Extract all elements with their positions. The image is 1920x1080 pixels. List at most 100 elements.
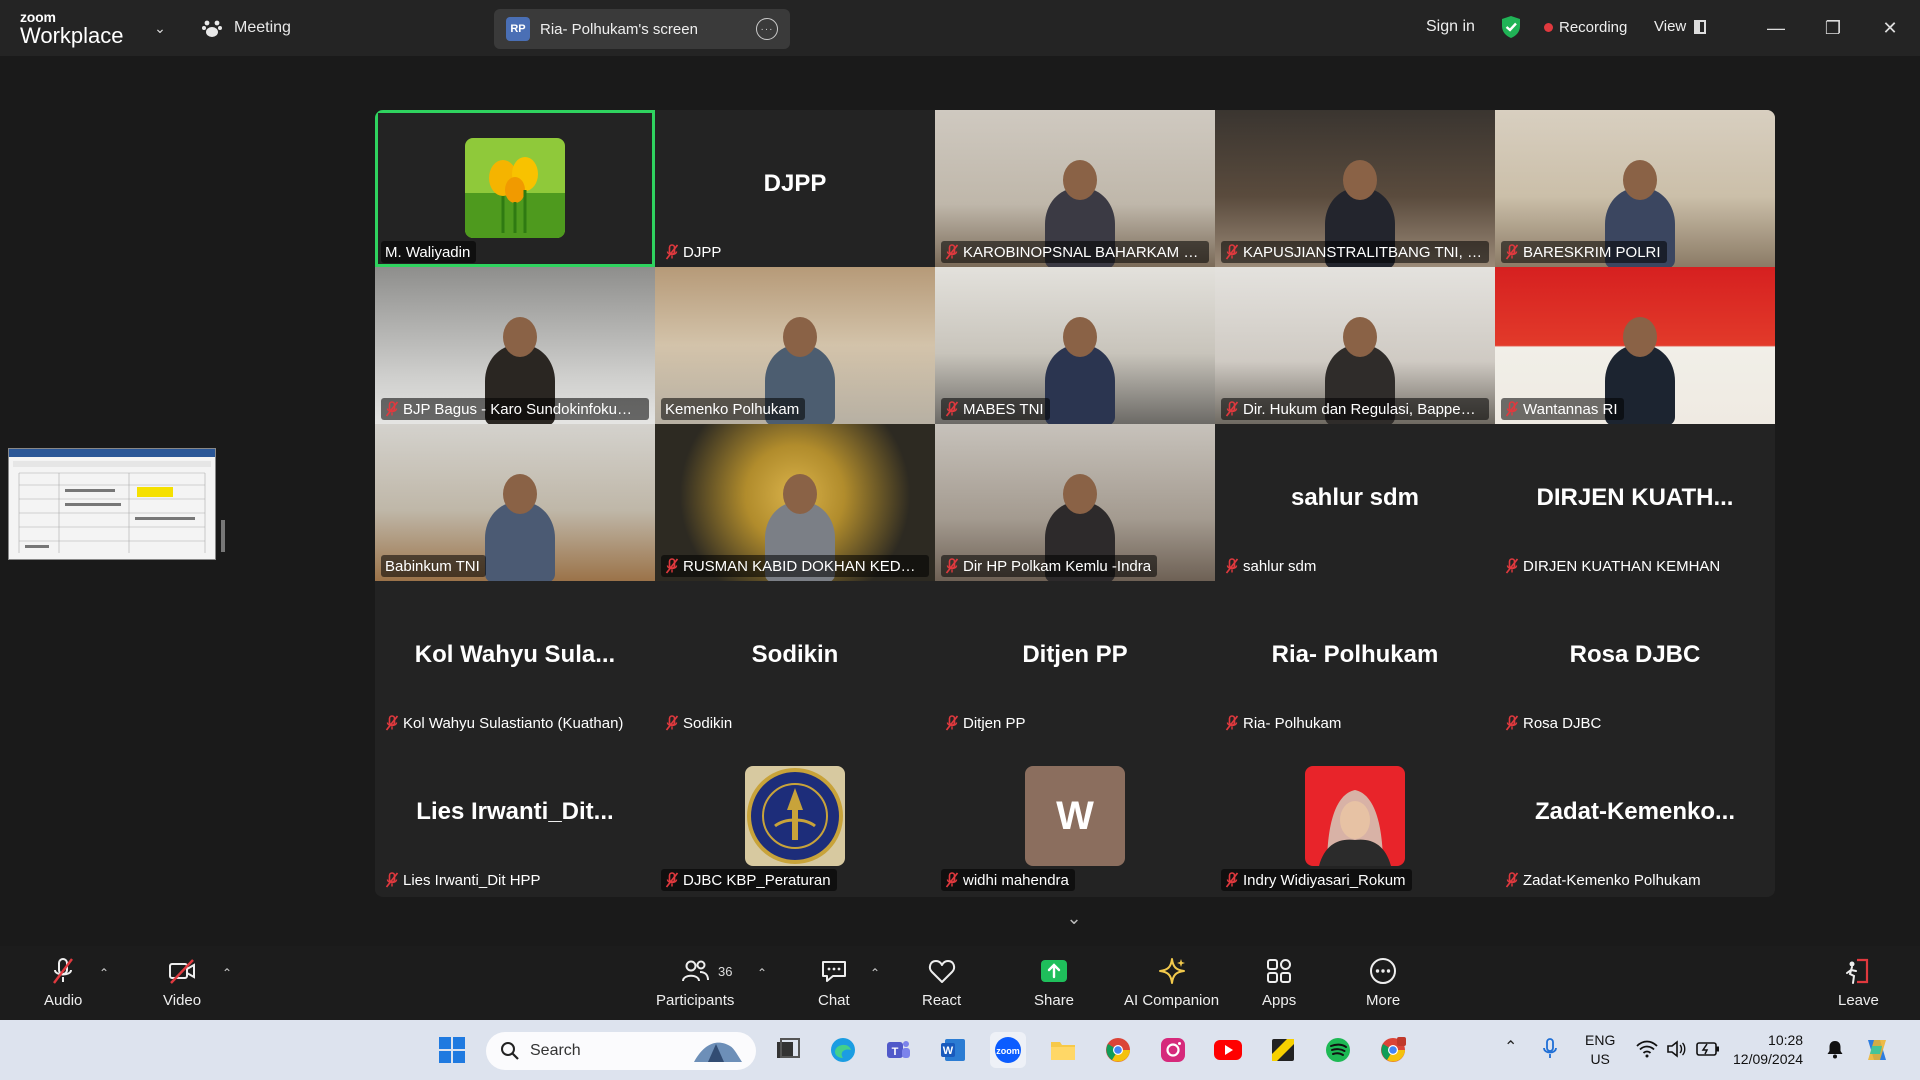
participant-tile[interactable]: RUSMAN KABID DOKHAN KEDEP... bbox=[655, 424, 935, 581]
more-options-icon[interactable]: ··· bbox=[756, 18, 778, 40]
instagram-icon[interactable] bbox=[1155, 1032, 1191, 1068]
audio-options-caret-icon[interactable]: ⌃ bbox=[99, 966, 109, 980]
chevron-down-icon[interactable]: ⌄ bbox=[150, 18, 170, 38]
participant-display-name: Lies Irwanti_Dit... bbox=[416, 798, 614, 825]
mic-muted-icon bbox=[945, 244, 959, 260]
participant-head bbox=[1623, 160, 1657, 200]
participant-display-name: Kol Wahyu Sula... bbox=[414, 641, 616, 668]
youtube-icon[interactable] bbox=[1210, 1032, 1246, 1068]
leave-button[interactable]: Leave bbox=[1838, 954, 1879, 1009]
volume-icon[interactable] bbox=[1666, 1040, 1686, 1058]
participant-name: KAPUSJIANSTRALITBANG TNI, Ma... bbox=[1243, 243, 1483, 261]
microphone-in-use-icon[interactable] bbox=[1542, 1038, 1558, 1060]
participant-tile[interactable]: Lies Irwanti_Dit... Lies Irwanti_Dit HPP bbox=[375, 738, 655, 895]
participant-tile[interactable]: DJPP DJPP bbox=[655, 110, 935, 267]
minimize-icon[interactable]: — bbox=[1762, 14, 1790, 42]
participant-tile[interactable]: Dir HP Polkam Kemlu -Indra bbox=[935, 424, 1215, 581]
zoom-workplace-logo[interactable]: zoom Workplace bbox=[20, 10, 124, 47]
word-icon[interactable]: W bbox=[935, 1032, 971, 1068]
participant-tile[interactable]: Wwidhi mahendra bbox=[935, 738, 1215, 895]
participant-tile[interactable]: Rosa DJBC Rosa DJBC bbox=[1495, 581, 1775, 738]
mic-muted-icon bbox=[665, 558, 679, 574]
participant-tile[interactable]: Kol Wahyu Sula... Kol Wahyu Sulastianto (… bbox=[375, 581, 655, 738]
participant-tile[interactable]: sahlur sdm sahlur sdm bbox=[1215, 424, 1495, 581]
zoom-app-icon[interactable]: zoom bbox=[990, 1032, 1026, 1068]
restore-icon[interactable]: ❐ bbox=[1819, 14, 1847, 42]
chat-options-caret-icon[interactable]: ⌃ bbox=[870, 966, 880, 980]
sticky-notes-icon[interactable] bbox=[1265, 1032, 1301, 1068]
participant-tile[interactable]: KAROBINOPSNAL BAHARKAM PO... bbox=[935, 110, 1215, 267]
participant-tile[interactable]: Dir. Hukum dan Regulasi, Bappena... bbox=[1215, 267, 1495, 424]
participant-name-label: Ria- Polhukam bbox=[1221, 712, 1347, 734]
close-icon[interactable]: ✕ bbox=[1876, 14, 1904, 42]
participant-name-label: Babinkum TNI bbox=[381, 555, 486, 577]
chat-button[interactable]: Chat bbox=[818, 954, 850, 1009]
share-button[interactable]: Share bbox=[1034, 954, 1074, 1009]
participant-tile[interactable]: Babinkum TNI bbox=[375, 424, 655, 581]
video-options-caret-icon[interactable]: ⌃ bbox=[222, 966, 232, 980]
thumbnail-resize-handle[interactable] bbox=[221, 520, 225, 552]
system-clock[interactable]: 10:28 12/09/2024 bbox=[1733, 1031, 1803, 1069]
view-button[interactable]: View bbox=[1654, 18, 1707, 35]
ai-companion-button[interactable]: AI Companion bbox=[1124, 954, 1219, 1009]
copilot-icon[interactable] bbox=[1862, 1036, 1892, 1064]
share-label: Share bbox=[1034, 992, 1075, 1009]
participant-tile[interactable]: Ditjen PP Ditjen PP bbox=[935, 581, 1215, 738]
participant-tile[interactable]: Zadat-Kemenko... Zadat-Kemenko Polhukam bbox=[1495, 738, 1775, 895]
participant-name: Dir HP Polkam Kemlu -Indra bbox=[963, 557, 1152, 575]
edge-browser-icon[interactable] bbox=[825, 1032, 861, 1068]
participant-tile[interactable]: DIRJEN KUATH... DIRJEN KUATHAN KEMHAN bbox=[1495, 424, 1775, 581]
participant-tile[interactable]: DJBC KBP_Peraturan bbox=[655, 738, 935, 895]
notification-bell-icon[interactable] bbox=[1826, 1039, 1844, 1059]
audio-button[interactable]: Audio bbox=[44, 954, 82, 1009]
gallery-next-page-icon[interactable]: ⌄ bbox=[1060, 906, 1088, 930]
apps-button[interactable]: Apps bbox=[1262, 954, 1296, 1009]
chrome-icon[interactable] bbox=[1100, 1032, 1136, 1068]
video-button[interactable]: Video bbox=[163, 954, 201, 1009]
participant-name-label: sahlur sdm bbox=[1221, 555, 1322, 577]
heart-icon bbox=[928, 960, 955, 983]
participant-name: Wantannas RI bbox=[1523, 400, 1618, 418]
recording-indicator[interactable]: Recording bbox=[1544, 19, 1627, 36]
participant-name: DJPP bbox=[683, 243, 722, 261]
leave-label: Leave bbox=[1838, 992, 1879, 1009]
participant-tile[interactable]: Sodikin Sodikin bbox=[655, 581, 935, 738]
battery-charging-icon[interactable] bbox=[1696, 1041, 1720, 1057]
participant-tile[interactable]: M. Waliyadin bbox=[375, 110, 655, 267]
participants-button[interactable]: Participants bbox=[656, 954, 734, 1009]
more-button[interactable]: More bbox=[1366, 954, 1400, 1009]
participants-options-caret-icon[interactable]: ⌃ bbox=[757, 966, 767, 980]
participant-tile[interactable]: Wantannas RI bbox=[1495, 267, 1775, 424]
taskbar-search[interactable]: Search bbox=[486, 1032, 756, 1070]
participant-tile[interactable]: BARESKRIM POLRI bbox=[1495, 110, 1775, 267]
sign-in-button[interactable]: Sign in bbox=[1426, 18, 1475, 36]
encryption-shield-icon[interactable] bbox=[1500, 15, 1522, 39]
show-hidden-icons-chevron-icon[interactable]: ⌃ bbox=[1504, 1037, 1517, 1057]
wifi-icon[interactable] bbox=[1636, 1040, 1658, 1058]
participant-name-label: Lies Irwanti_Dit HPP bbox=[381, 869, 547, 891]
apps-label: Apps bbox=[1262, 992, 1297, 1009]
input-language-indicator[interactable]: ENG US bbox=[1585, 1031, 1615, 1069]
teams-icon[interactable]: T bbox=[880, 1032, 916, 1068]
participant-name: Zadat-Kemenko Polhukam bbox=[1523, 871, 1701, 889]
file-explorer-icon[interactable] bbox=[1045, 1032, 1081, 1068]
participant-tile[interactable]: Ria- Polhukam Ria- Polhukam bbox=[1215, 581, 1495, 738]
participant-tile[interactable]: KAPUSJIANSTRALITBANG TNI, Ma... bbox=[1215, 110, 1495, 267]
mic-muted-icon bbox=[1225, 401, 1239, 417]
participant-tile[interactable]: Indry Widiyasari_Rokum bbox=[1215, 738, 1495, 895]
react-button[interactable]: React bbox=[922, 954, 961, 1009]
participant-tile[interactable]: BJP Bagus - Karo Sundokinfokum ... bbox=[375, 267, 655, 424]
screen-share-indicator[interactable]: RP Ria- Polhukam's screen ··· bbox=[494, 9, 790, 49]
participant-tile[interactable]: Kemenko Polhukam bbox=[655, 267, 935, 424]
shared-screen-thumbnail[interactable] bbox=[8, 448, 216, 560]
chrome-profile-icon[interactable] bbox=[1375, 1032, 1411, 1068]
participant-tile[interactable]: MABES TNI bbox=[935, 267, 1215, 424]
windows-start-icon[interactable] bbox=[434, 1032, 470, 1068]
search-placeholder: Search bbox=[530, 1042, 581, 1059]
lang-top: ENG bbox=[1585, 1032, 1616, 1048]
participant-head bbox=[1343, 317, 1377, 357]
task-view-icon[interactable] bbox=[770, 1032, 806, 1068]
meeting-info-button[interactable]: Meeting bbox=[200, 14, 291, 42]
spotify-icon[interactable] bbox=[1320, 1032, 1356, 1068]
leave-door-icon bbox=[1846, 958, 1869, 984]
